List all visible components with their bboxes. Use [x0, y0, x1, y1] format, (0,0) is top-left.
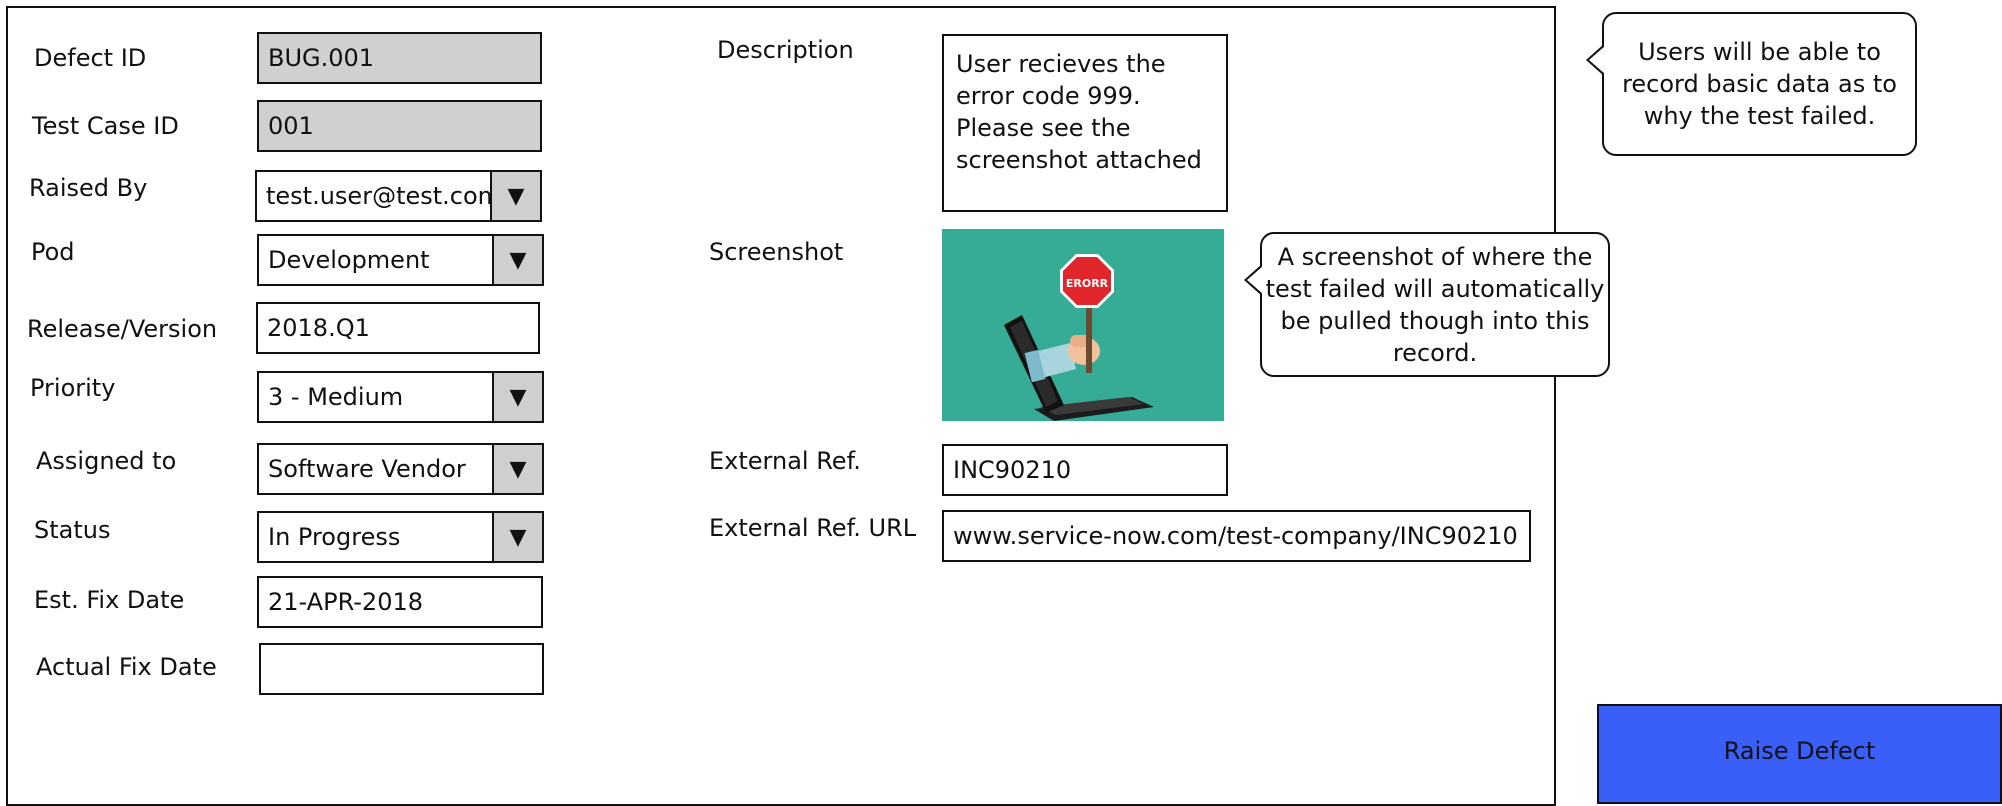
status-value: In Progress — [268, 523, 401, 551]
status-select[interactable]: In Progress ▼ — [257, 511, 544, 563]
external-ref-input[interactable]: INC90210 — [942, 444, 1228, 496]
est-fix-date-value: 21-APR-2018 — [268, 588, 424, 616]
test-case-id-value: 001 — [268, 112, 314, 140]
release-version-value: 2018.Q1 — [267, 314, 370, 342]
external-ref-label: External Ref. — [709, 447, 861, 475]
release-version-label: Release/Version — [27, 315, 218, 343]
assigned-to-value: Software Vendor — [268, 455, 466, 483]
assigned-to-select[interactable]: Software Vendor ▼ — [257, 443, 544, 495]
actual-fix-date-input[interactable] — [259, 643, 544, 695]
basic-data-callout: Users will be able to record basic data … — [1586, 12, 1917, 156]
error-laptop-illustration: ERORR — [1004, 254, 1154, 421]
pod-label: Pod — [31, 238, 75, 266]
external-ref-url-input[interactable]: www.service-now.com/test-company/INC9021… — [942, 510, 1531, 562]
defect-id-label: Defect ID — [34, 44, 147, 72]
dropdown-arrow-icon[interactable]: ▼ — [492, 236, 542, 284]
priority-value: 3 - Medium — [268, 383, 404, 411]
raise-defect-button[interactable]: Raise Defect — [1597, 704, 2002, 804]
est-fix-date-label: Est. Fix Date — [34, 586, 185, 614]
status-label: Status — [34, 516, 111, 544]
screenshot-label: Screenshot — [709, 238, 844, 266]
est-fix-date-input[interactable]: 21-APR-2018 — [257, 576, 543, 628]
actual-fix-date-label: Actual Fix Date — [36, 653, 217, 681]
dropdown-arrow-icon[interactable]: ▼ — [492, 513, 542, 561]
assigned-to-label: Assigned to — [36, 447, 177, 475]
defect-id-field: BUG.001 — [257, 32, 542, 84]
basic-data-callout-text: Users will be able to record basic data … — [1622, 38, 1897, 130]
test-case-id-label: Test Case ID — [32, 112, 179, 140]
description-textarea[interactable]: User recieves the error code 999. Please… — [942, 34, 1228, 212]
screenshot-image[interactable]: ERORR — [942, 229, 1224, 421]
pod-select[interactable]: Development ▼ — [257, 234, 544, 286]
raised-by-label: Raised By — [29, 174, 148, 202]
test-case-id-field: 001 — [257, 100, 542, 152]
dropdown-arrow-icon[interactable]: ▼ — [492, 373, 542, 421]
priority-label: Priority — [30, 374, 116, 402]
defect-id-value: BUG.001 — [268, 44, 375, 72]
callout-tail — [1586, 44, 1605, 76]
external-ref-url-label: External Ref. URL — [709, 514, 917, 542]
raised-by-select[interactable]: test.user@test.com ▼ — [255, 170, 542, 222]
priority-select[interactable]: 3 - Medium ▼ — [257, 371, 544, 423]
external-ref-value: INC90210 — [953, 456, 1072, 484]
defect-form-panel — [6, 6, 1556, 806]
pod-value: Development — [268, 246, 430, 274]
release-version-input[interactable]: 2018.Q1 — [256, 302, 540, 354]
external-ref-url-value: www.service-now.com/test-company/INC9021… — [953, 522, 1518, 550]
screenshot-callout: A screenshot of where the test failed wi… — [1244, 232, 1610, 377]
description-label: Description — [717, 36, 854, 64]
callout-tail — [1244, 264, 1263, 296]
screenshot-callout-text: A screenshot of where the test failed wi… — [1265, 242, 1605, 367]
stop-sign-text: ERORR — [1066, 277, 1109, 290]
dropdown-arrow-icon[interactable]: ▼ — [492, 445, 542, 493]
dropdown-arrow-icon[interactable]: ▼ — [490, 172, 540, 220]
raised-by-value: test.user@test.com — [266, 182, 490, 210]
